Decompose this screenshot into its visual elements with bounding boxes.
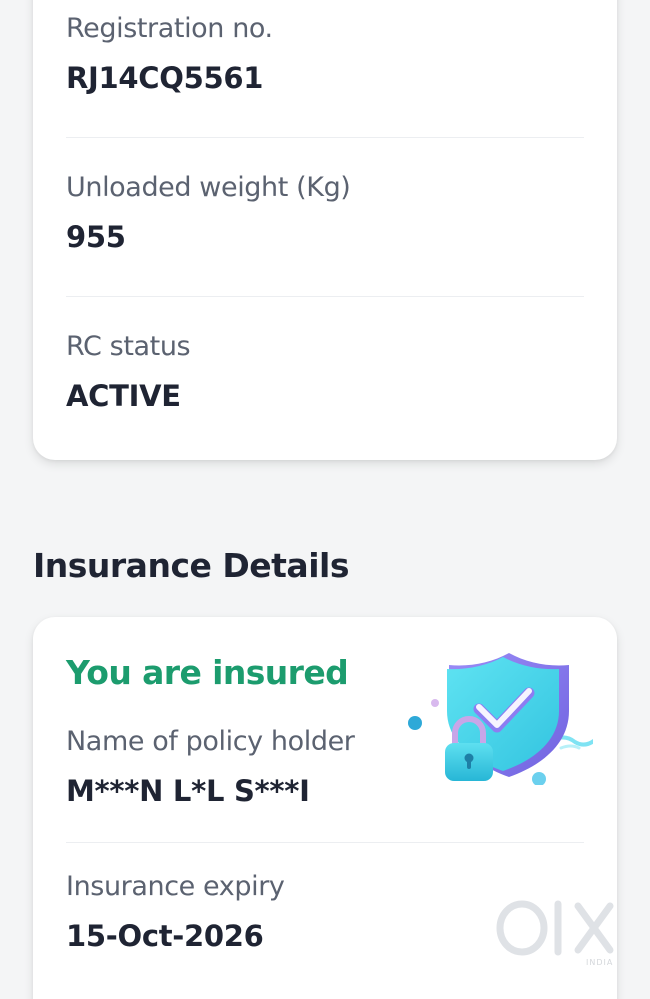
insured-status: You are insured bbox=[66, 653, 349, 692]
olx-watermark-country: INDIA bbox=[586, 958, 613, 967]
weight-label: Unloaded weight (Kg) bbox=[66, 172, 351, 203]
rc-status-label: RC status bbox=[66, 331, 191, 362]
rc-status-row: RC status ACTIVE bbox=[66, 330, 584, 414]
policy-holder-label: Name of policy holder bbox=[66, 726, 355, 757]
registration-label: Registration no. bbox=[66, 13, 273, 44]
policy-holder-row: Name of policy holder M***N L*L S***I bbox=[66, 725, 584, 809]
divider bbox=[66, 842, 584, 843]
divider bbox=[66, 296, 584, 297]
weight-row: Unloaded weight (Kg) 955 bbox=[66, 171, 584, 255]
weight-value: 955 bbox=[66, 220, 126, 254]
insurance-section-title: Insurance Details bbox=[33, 546, 349, 585]
page: Registration no. RJ14CQ5561 Unloaded wei… bbox=[0, 0, 650, 999]
vehicle-details-card: Registration no. RJ14CQ5561 Unloaded wei… bbox=[33, 0, 617, 460]
divider bbox=[66, 137, 584, 138]
rc-status-value: ACTIVE bbox=[66, 379, 181, 413]
registration-row: Registration no. RJ14CQ5561 bbox=[66, 12, 584, 96]
olx-watermark-logo: INDIA bbox=[496, 900, 614, 967]
registration-value: RJ14CQ5561 bbox=[66, 61, 264, 95]
policy-holder-value: M***N L*L S***I bbox=[66, 774, 310, 808]
